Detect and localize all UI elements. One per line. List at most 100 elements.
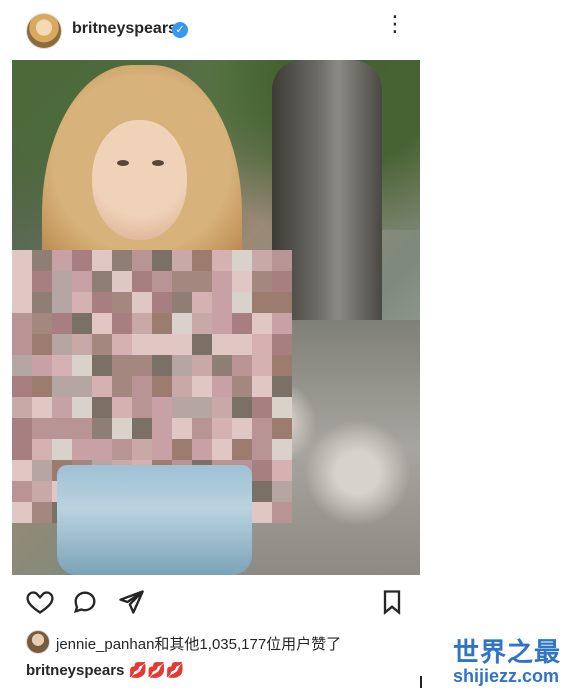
mosaic-tile <box>132 418 152 439</box>
mosaic-tile <box>12 250 32 271</box>
mosaic-tile <box>152 418 172 439</box>
left-eye <box>117 160 129 166</box>
mosaic-tile <box>172 250 192 271</box>
mosaic-tile <box>192 376 212 397</box>
mosaic-tile <box>152 250 172 271</box>
mosaic-tile <box>12 292 32 313</box>
mosaic-tile <box>52 439 72 460</box>
comment-icon[interactable] <box>71 588 99 616</box>
mosaic-tile <box>12 460 32 481</box>
mosaic-tile <box>92 418 112 439</box>
mosaic-tile <box>32 481 52 502</box>
mosaic-tile <box>252 418 272 439</box>
more-options-button[interactable]: ⋮ <box>384 13 406 42</box>
mosaic-tile <box>172 439 192 460</box>
mosaic-tile <box>12 418 32 439</box>
mosaic-tile <box>212 250 232 271</box>
share-icon[interactable] <box>117 588 145 616</box>
mosaic-tile <box>72 418 92 439</box>
mosaic-tile <box>112 292 132 313</box>
liker-avatar[interactable] <box>26 630 50 654</box>
username-link[interactable]: britneyspears <box>72 20 177 38</box>
mosaic-tile <box>12 502 32 523</box>
mosaic-tile <box>152 355 172 376</box>
mosaic-tile <box>52 397 72 418</box>
caption-text: 💋💋💋 <box>128 662 185 679</box>
mosaic-tile <box>52 355 72 376</box>
profile-avatar[interactable] <box>26 13 62 49</box>
mosaic-tile <box>192 334 212 355</box>
mosaic-tile <box>32 460 52 481</box>
mosaic-tile <box>72 313 92 334</box>
mosaic-tile <box>52 250 72 271</box>
mosaic-tile <box>232 418 252 439</box>
mosaic-tile <box>272 418 292 439</box>
mosaic-tile <box>192 292 212 313</box>
post-photo[interactable] <box>12 60 420 575</box>
mosaic-tile <box>172 355 192 376</box>
mosaic-tile <box>272 250 292 271</box>
mosaic-tile <box>12 439 32 460</box>
mosaic-tile <box>212 313 232 334</box>
bookmark-icon[interactable] <box>378 588 406 616</box>
mosaic-tile <box>272 313 292 334</box>
mosaic-tile <box>252 250 272 271</box>
mosaic-tile <box>272 439 292 460</box>
mosaic-tile <box>152 397 172 418</box>
mosaic-tile <box>212 376 232 397</box>
mosaic-tile <box>72 271 92 292</box>
mosaic-tile <box>252 334 272 355</box>
mosaic-tile <box>32 355 52 376</box>
mosaic-tile <box>232 250 252 271</box>
mosaic-tile <box>232 376 252 397</box>
mosaic-tile <box>132 355 152 376</box>
mosaic-tile <box>252 376 272 397</box>
mosaic-tile <box>232 439 252 460</box>
mosaic-tile <box>32 250 52 271</box>
mosaic-tile <box>92 292 112 313</box>
mosaic-tile <box>112 271 132 292</box>
mosaic-tile <box>72 397 92 418</box>
mosaic-tile <box>272 292 292 313</box>
mosaic-tile <box>52 313 72 334</box>
mosaic-tile <box>72 292 92 313</box>
mosaic-tile <box>192 397 212 418</box>
mosaic-tile <box>252 439 272 460</box>
mosaic-tile <box>12 355 32 376</box>
mosaic-tile <box>52 418 72 439</box>
mosaic-tile <box>112 355 132 376</box>
watermark-subtitle: shijiezz.com <box>453 666 560 686</box>
mosaic-tile <box>232 397 252 418</box>
mosaic-tile <box>212 397 232 418</box>
mosaic-tile <box>72 334 92 355</box>
mosaic-tile <box>172 376 192 397</box>
mosaic-tile <box>212 292 232 313</box>
mosaic-tile <box>12 376 32 397</box>
mosaic-tile <box>232 355 252 376</box>
mosaic-tile <box>272 271 292 292</box>
mosaic-tile <box>92 397 112 418</box>
mosaic-tile <box>212 439 232 460</box>
mosaic-tile <box>212 334 232 355</box>
heart-icon[interactable] <box>26 588 54 616</box>
mosaic-tile <box>252 313 272 334</box>
likes-count[interactable]: jennie_panhan和其他1,035,177位用户赞了 <box>56 633 341 654</box>
mosaic-tile <box>272 481 292 502</box>
mosaic-tile <box>232 334 252 355</box>
mosaic-tile <box>172 292 192 313</box>
mosaic-tile <box>32 439 52 460</box>
mosaic-tile <box>272 502 292 523</box>
mosaic-tile <box>152 376 172 397</box>
mosaic-tile <box>192 418 212 439</box>
mosaic-tile <box>172 271 192 292</box>
watermark: 世界之最 shijiezz.com <box>453 638 573 690</box>
mosaic-tile <box>192 271 212 292</box>
mosaic-tile <box>172 313 192 334</box>
mosaic-tile <box>132 376 152 397</box>
mosaic-tile <box>192 313 212 334</box>
caption-username[interactable]: britneyspears <box>26 662 124 679</box>
mosaic-tile <box>52 292 72 313</box>
mosaic-tile <box>152 313 172 334</box>
right-eye <box>152 160 164 166</box>
post-actions <box>0 575 420 625</box>
